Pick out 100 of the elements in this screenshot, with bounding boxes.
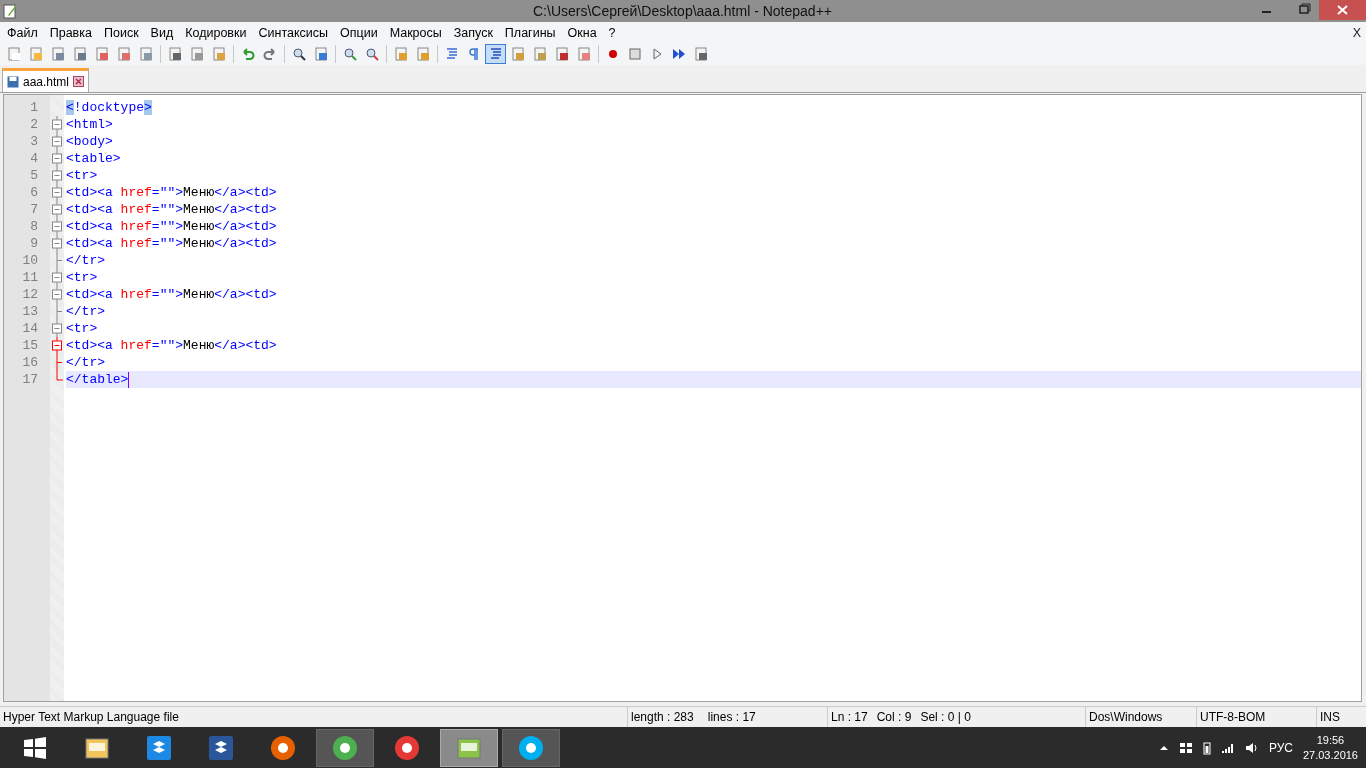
text-cursor — [128, 372, 130, 388]
line-number: 9 — [29, 235, 39, 252]
line-number: 6 — [29, 184, 39, 201]
line-number: 4 — [29, 150, 39, 167]
line-number: 12 — [21, 286, 39, 303]
battery-icon[interactable] — [1202, 740, 1211, 755]
menu-item[interactable]: Поиск — [97, 25, 145, 40]
clock-time: 19:56 — [1316, 732, 1345, 748]
fold-toggle-icon[interactable] — [50, 184, 64, 201]
toolbar-icon — [290, 46, 307, 62]
speaker-icon[interactable] — [1244, 741, 1259, 754]
code-line: <tr> — [66, 320, 98, 337]
code-line: <html> — [66, 116, 113, 133]
menu-item[interactable]: Кодировки — [179, 25, 253, 40]
line-number: 17 — [21, 371, 39, 388]
taskbar-button[interactable] — [440, 728, 498, 767]
code-line: <td><a href="">Меню</a><td> — [66, 201, 277, 218]
line-number: 13 — [21, 303, 39, 320]
taskbar-button[interactable] — [502, 728, 560, 767]
document-tab[interactable]: aaa.html — [2, 68, 90, 92]
toolbar-icon — [137, 46, 154, 62]
code-line: <!docktype> — [66, 99, 152, 116]
menu-item[interactable]: Правка — [43, 25, 98, 40]
taskbar-button[interactable] — [316, 728, 374, 767]
toolbar-icon — [312, 46, 329, 62]
close-button[interactable] — [1319, 0, 1366, 20]
menu-item[interactable]: Макросы — [383, 25, 448, 40]
toolbar-icon — [392, 46, 409, 62]
fold-toggle-icon[interactable] — [50, 286, 64, 303]
menu-item[interactable]: Плагины — [498, 25, 562, 40]
fold-toggle-icon[interactable] — [50, 201, 64, 218]
fold-toggle-icon[interactable] — [50, 320, 64, 337]
close-icon[interactable] — [73, 76, 85, 87]
line-number: 11 — [21, 269, 39, 286]
line-number: 15 — [21, 337, 39, 354]
toolbar-icon — [692, 46, 709, 62]
menu-item[interactable]: Окна — [561, 25, 603, 40]
tab-label: aaa.html — [23, 74, 70, 89]
toolbar-icon — [575, 46, 592, 62]
menu-item[interactable]: Файл — [1, 25, 44, 40]
code-line: <td><a href="">Меню</a><td> — [66, 218, 277, 235]
status-text: Ln : 17 — [831, 710, 868, 724]
status-text: length : 283 — [631, 710, 694, 724]
toolbar-icon — [670, 46, 687, 62]
windows-icon[interactable] — [1178, 740, 1193, 755]
line-number: 10 — [21, 252, 39, 269]
fold-toggle-icon[interactable] — [50, 116, 64, 133]
fold-toggle-icon[interactable] — [50, 218, 64, 235]
line-number: 3 — [29, 133, 39, 150]
menu-item[interactable]: Опции — [334, 25, 384, 40]
fold-toggle-icon[interactable] — [50, 269, 64, 286]
fold-toggle-icon[interactable] — [50, 235, 64, 252]
code-line: </tr> — [66, 303, 105, 320]
code-line: <td><a href="">Меню</a><td> — [66, 337, 277, 354]
status-text: lines : 17 — [707, 710, 756, 724]
fold-toggle-icon[interactable] — [50, 167, 64, 184]
fold-toggle-icon[interactable] — [50, 337, 64, 354]
code-line: <table> — [66, 150, 121, 167]
toolbar-icon — [166, 46, 183, 62]
toolbar-button[interactable] — [485, 44, 506, 64]
toolbar-icon — [27, 46, 44, 62]
code-line: </tr> — [66, 252, 105, 269]
clock-date: 27.03.2016 — [1302, 747, 1358, 763]
line-number: 2 — [29, 116, 39, 133]
code-line: </table> — [66, 371, 129, 388]
line-number: 14 — [21, 320, 39, 337]
menu-item[interactable]: ? — [602, 25, 622, 40]
status-text: Sel : 0 | 0 — [920, 710, 971, 724]
toolbar-icon — [414, 46, 431, 62]
code-line: <tr> — [66, 269, 98, 286]
save-icon — [7, 75, 19, 88]
clock[interactable]: 19:56 27.03.2016 — [1302, 732, 1358, 763]
toolbar-icon — [5, 46, 22, 62]
toolbar-icon — [341, 46, 358, 62]
status-text: Col : 9 — [876, 710, 912, 724]
code-line: <td><a href="">Меню</a><td> — [66, 184, 277, 201]
code-line: </tr> — [66, 354, 105, 371]
line-number: 7 — [29, 201, 39, 218]
code-line: <td><a href="">Меню</a><td> — [66, 286, 277, 303]
code-line: <body> — [66, 133, 113, 150]
toolbar-icon — [553, 46, 570, 62]
window-title: C:\Users\Сергей\Desktop\aaa.html - Notepad++ — [533, 3, 832, 19]
close-document-button[interactable]: X — [1352, 25, 1361, 40]
toolbar-icon — [261, 46, 278, 62]
menu-item[interactable]: Запуск — [447, 25, 499, 40]
status-text: Hyper Text Markup Language file — [2, 709, 180, 726]
menu-item[interactable]: Синтаксисы — [252, 25, 334, 40]
language-indicator[interactable]: РУС — [1268, 740, 1293, 755]
line-number: 16 — [21, 354, 39, 371]
signal-icon[interactable] — [1220, 741, 1235, 754]
toolbar-icon — [49, 46, 66, 62]
toolbar-icon — [188, 46, 205, 62]
fold-toggle-icon[interactable] — [50, 133, 64, 150]
notepad-icon — [2, 3, 18, 19]
toolbar-icon — [115, 46, 132, 62]
code-line: <td><a href="">Меню</a><td> — [66, 235, 277, 252]
code-line: <tr> — [66, 167, 98, 184]
line-number: 1 — [29, 99, 39, 116]
fold-toggle-icon[interactable] — [50, 150, 64, 167]
menu-item[interactable]: Вид — [144, 25, 180, 40]
